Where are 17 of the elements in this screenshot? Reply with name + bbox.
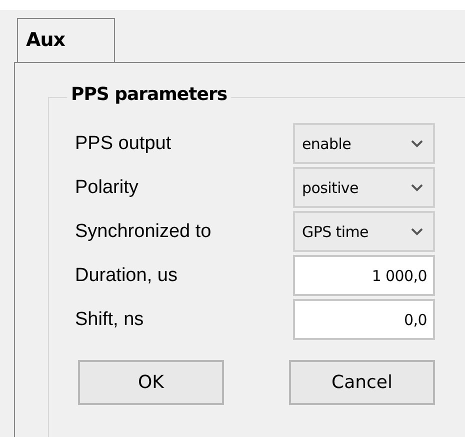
dropdown[interactable]: enable xyxy=(293,123,435,164)
chevron-icon xyxy=(411,228,423,236)
field-label: Synchronized to xyxy=(75,220,212,242)
field-label: Shift, ns xyxy=(75,308,145,330)
field-label: Duration, us xyxy=(75,264,178,286)
chevron-icon xyxy=(411,140,423,148)
field-label: Polarity xyxy=(75,176,140,198)
input-field[interactable]: 0,0 xyxy=(293,299,435,340)
dialog-button[interactable]: Cancel xyxy=(289,360,435,405)
dialog-button[interactable]: OK xyxy=(78,360,224,405)
tab[interactable]: Aux xyxy=(17,18,115,62)
dropdown[interactable]: positive xyxy=(293,167,435,208)
field-label: PPS output xyxy=(75,132,172,154)
chevron-icon xyxy=(411,184,423,192)
group-title: PPS parameters xyxy=(67,84,232,105)
input-field[interactable]: 1 000,0 xyxy=(293,255,435,296)
dropdown[interactable]: GPS time xyxy=(293,211,435,252)
